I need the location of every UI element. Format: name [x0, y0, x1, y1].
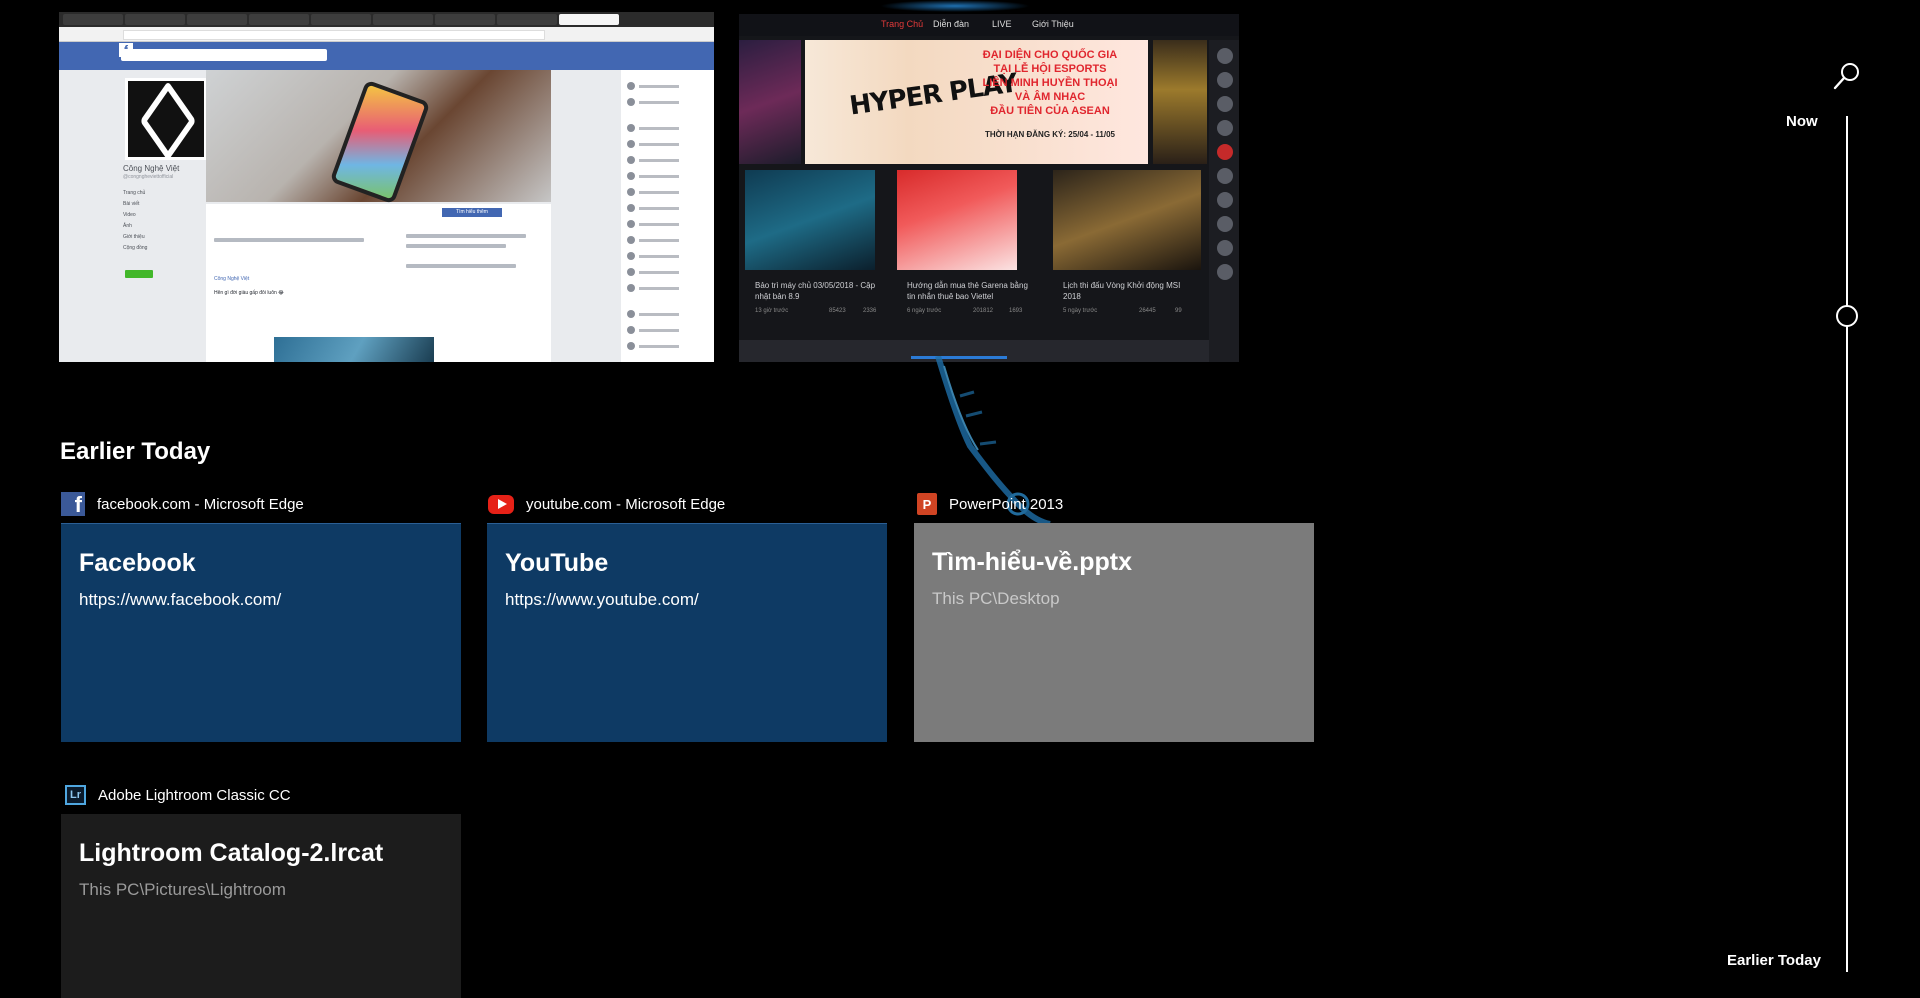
article-image-3 [1053, 170, 1201, 270]
search-button[interactable] [1831, 60, 1863, 92]
activity-title: Lightroom Catalog-2.lrcat [79, 839, 384, 867]
article-time-2: 6 ngày trước [907, 308, 942, 314]
timeline-track[interactable] [1846, 116, 1848, 972]
activity-subtitle: This PC\Pictures\Lightroom [79, 880, 286, 899]
article-title-2: Hướng dẫn mua thẻ Garena bằng tin nhắn t… [907, 281, 1028, 301]
facebook-right-column [621, 70, 714, 362]
article-time-3: 5 ngày trước [1063, 308, 1098, 314]
browser-tab-strip [59, 12, 714, 27]
fb-page-nav: Trang chủ Bài viết Video Ảnh Giới thiệu … [123, 190, 148, 251]
activity-card-powerpoint[interactable]: Tìm-hiểu-về.pptx This PC\Desktop [914, 523, 1314, 742]
activity-app-name: PowerPoint 2013 [949, 495, 1064, 513]
activity-header-powerpoint: P PowerPoint 2013 [917, 490, 1063, 518]
activity-subtitle: https://www.facebook.com/ [79, 590, 282, 609]
game-window-thumbnail[interactable]: Trang Chủ Diễn đàn LIVE Giới Thiệu HYPER… [739, 14, 1239, 362]
activity-header-facebook: f facebook.com - Microsoft Edge [61, 490, 304, 518]
youtube-icon [488, 494, 514, 514]
activity-title: YouTube [505, 549, 609, 577]
activity-subtitle: https://www.youtube.com/ [505, 590, 699, 609]
lightroom-icon: Lr [65, 785, 86, 805]
activity-header-lightroom: Lr Adobe Lightroom Classic CC [65, 781, 291, 809]
facebook-search-box [121, 49, 327, 61]
game-nav-home: Trang Chủ [881, 19, 924, 29]
game-top-bar: Trang Chủ Diễn đàn LIVE Giới Thiệu [739, 14, 1239, 36]
activity-card-facebook[interactable]: Facebook https://www.facebook.com/ [61, 523, 461, 742]
game-friend-sidebar [1209, 40, 1239, 362]
article-views-3: 26445 [1139, 308, 1156, 314]
banner-deadline: THỜI HẠN ĐĂNG KÝ: 25/04 - 11/05 [985, 130, 1115, 139]
game-nav-forum: Diễn đàn [933, 19, 970, 29]
article-image-1 [745, 170, 875, 270]
fb-page-handle: @congngheviettofficial [123, 174, 174, 180]
game-nav-live: LIVE [992, 19, 1012, 29]
banner-headline: ĐẠI DIỆN CHO QUỐC GIA TẠI LỄ HỘI ESPORTS… [982, 49, 1118, 117]
timeline-view: f Công Nghệ Việt @congngheviettofficial … [0, 0, 1920, 998]
activity-title: Facebook [79, 549, 196, 577]
article-views-1: 85423 [829, 308, 846, 314]
wallpaper-glow [880, 0, 1030, 12]
fb-learn-more-button: Tìm hiểu thêm [442, 208, 502, 217]
activity-card-lightroom[interactable]: Lightroom Catalog-2.lrcat This PC\Pictur… [61, 814, 461, 998]
activity-header-youtube: youtube.com - Microsoft Edge [488, 490, 725, 518]
article-comments-3: 99 [1175, 308, 1182, 314]
game-art-left [739, 40, 801, 164]
timeline-label-now[interactable]: Now [1786, 113, 1818, 130]
activity-card-youtube[interactable]: YouTube https://www.youtube.com/ [487, 523, 887, 742]
timeline-label-earlier-today[interactable]: Earlier Today [1727, 952, 1821, 969]
fb-create-button [125, 270, 153, 278]
phone-image [329, 79, 431, 205]
article-comments-1: 2336 [863, 308, 877, 314]
facebook-window-thumbnail[interactable]: f Công Nghệ Việt @congngheviettofficial … [59, 12, 714, 362]
activity-app-name: youtube.com - Microsoft Edge [526, 495, 726, 513]
article-comments-2: 1693 [1009, 308, 1023, 314]
cong-nghe-viet-logo [125, 78, 207, 160]
article-image-2 [897, 170, 1017, 270]
activity-app-name: facebook.com - Microsoft Edge [97, 495, 304, 513]
activity-title: Tìm-hiểu-về.pptx [932, 548, 1133, 576]
article-views-2: 201812 [973, 308, 994, 314]
article-title-1: Bảo trì máy chủ 03/05/2018 - Cập nhật bả… [755, 281, 876, 301]
facebook-icon: f [61, 492, 85, 516]
game-nav-about: Giới Thiệu [1032, 19, 1074, 29]
article-title-3: Lịch thi đấu Vòng Khởi động MSI 2018 [1063, 281, 1181, 301]
fb-post-author: Công Nghệ Việt [214, 276, 250, 282]
game-art-right [1153, 40, 1207, 164]
section-heading-earlier-today: Earlier Today [60, 438, 211, 465]
game-banner: HYPER PLAY ĐẠI DIỆN CHO QUỐC GIA TẠI LỄ … [805, 40, 1148, 164]
facebook-cover-photo [206, 70, 551, 205]
fb-post-text: Hên gì đời giàu gấp đôi luôn 😂 [214, 290, 284, 296]
browser-address-bar [59, 27, 714, 42]
powerpoint-icon: P [917, 493, 937, 515]
activity-subtitle: This PC\Desktop [932, 589, 1060, 608]
article-time-1: 13 giờ trước [755, 308, 789, 314]
timeline-scrubber-handle[interactable] [1836, 305, 1858, 327]
fb-page-name: Công Nghệ Việt [123, 164, 180, 173]
activity-app-name: Adobe Lightroom Classic CC [98, 786, 291, 804]
fb-post-image [274, 337, 434, 362]
search-icon [1833, 63, 1859, 90]
facebook-top-bar: f [59, 42, 714, 70]
